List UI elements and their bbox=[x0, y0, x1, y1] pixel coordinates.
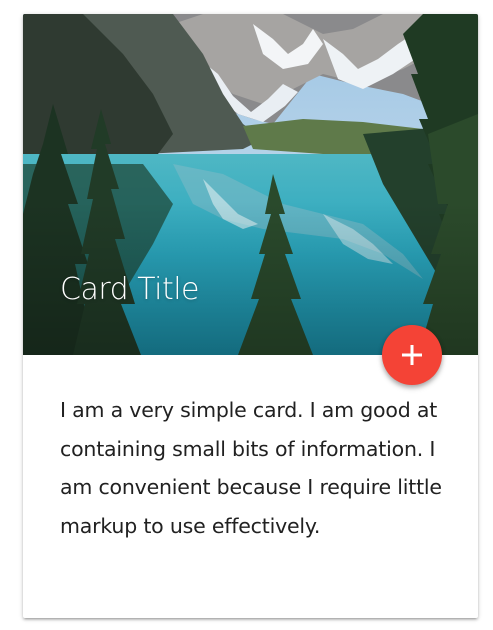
add-button[interactable] bbox=[382, 325, 442, 385]
card-title: Card Title bbox=[60, 272, 200, 307]
card-body-text: I am a very simple card. I am good at co… bbox=[60, 398, 442, 538]
plus-icon bbox=[402, 345, 422, 365]
card: Card Title I am a very simple card. I am… bbox=[23, 14, 478, 618]
card-content: I am a very simple card. I am good at co… bbox=[60, 391, 450, 545]
card-image: Card Title bbox=[23, 14, 478, 355]
